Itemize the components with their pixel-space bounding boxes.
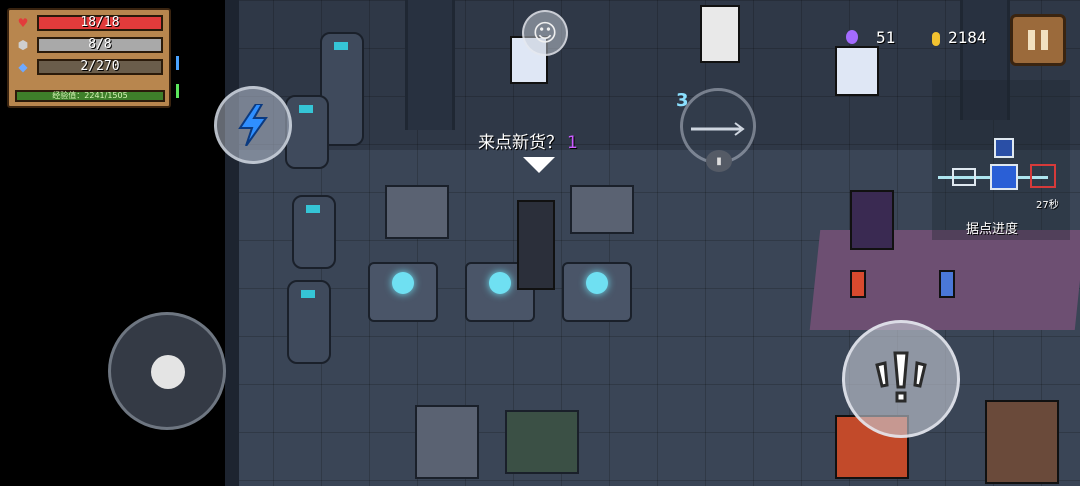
workbench [385, 185, 449, 239]
turret-orb [489, 272, 511, 294]
pillar [405, 0, 455, 130]
minimap[interactable] [932, 80, 1070, 240]
minimap-timer: 27秒 [1036, 200, 1059, 211]
crafting-table [570, 185, 634, 234]
energy-text: 2/270 [80, 59, 120, 74]
turret [562, 262, 632, 322]
minimap-room [994, 138, 1014, 158]
potion-blue [939, 270, 955, 298]
shop-arrow-indicator[interactable] [523, 157, 555, 173]
minimap-room [952, 168, 976, 186]
diamond-icon: ◆ [18, 60, 28, 74]
turret [368, 262, 438, 322]
game-scene [225, 0, 1080, 486]
turret-orb [586, 272, 608, 294]
coin-count: 2184 [948, 28, 987, 47]
shop-prompt-text: 来点新货？ [478, 133, 563, 153]
npc-ghost [835, 46, 879, 96]
server-stack [285, 95, 329, 169]
shop-prompt-count: 1 [567, 133, 578, 153]
shop-prompt: 来点新货？ 1 [478, 128, 578, 153]
xp-text: 经验值：2241/1505 [52, 91, 128, 100]
left-wall [225, 0, 239, 486]
armor-row: ⬢ 8/8 [15, 37, 165, 53]
turret-orb [392, 272, 414, 294]
skill-button[interactable] [214, 86, 292, 164]
server-stack [287, 280, 331, 364]
stronghold-progress-label: 据点进度 [966, 222, 1019, 237]
coin-icon [932, 32, 940, 46]
gem-icon [846, 30, 858, 44]
weapon-cost-icon: ▮ [706, 150, 732, 172]
exclamation-icon [875, 351, 927, 403]
forge [985, 400, 1059, 484]
buff-indicator-blue [176, 56, 179, 70]
energy-row: ◆ 2/270 [15, 59, 165, 75]
computer-desk [505, 410, 579, 474]
health-row: ♥ 18/18 [15, 15, 165, 31]
shield-icon: ⬢ [17, 38, 29, 52]
pause-icon-bar [1041, 30, 1048, 50]
pause-icon-bar [1028, 30, 1035, 50]
server-stack [292, 195, 336, 269]
smiley-icon: ☺ [532, 19, 558, 47]
buff-indicator-green [176, 84, 179, 98]
minimap-room-boss [1030, 164, 1056, 188]
armor-text: 8/8 [88, 37, 112, 52]
weapon-slot-number: 3 [676, 90, 689, 111]
health-text: 18/18 [80, 15, 120, 30]
stats-panel: ♥ 18/18 ⬢ 8/8 ◆ 2/270 经验值：2241/1505 [7, 8, 171, 108]
movement-joystick[interactable] [108, 312, 226, 430]
minimap-room-current [990, 164, 1018, 190]
player-character [517, 200, 555, 290]
attack-button[interactable] [842, 320, 960, 438]
joystick-knob[interactable] [151, 355, 185, 389]
potion-red [850, 270, 866, 298]
lightning-icon [238, 104, 268, 146]
heart-icon: ♥ [17, 16, 29, 30]
terminal-desk [415, 405, 479, 479]
merchant-npc [850, 190, 894, 250]
gem-count: 51 [876, 28, 896, 47]
emote-button[interactable]: ☺ [522, 10, 568, 56]
npc-priestess [700, 5, 740, 63]
pause-button[interactable] [1010, 14, 1066, 66]
